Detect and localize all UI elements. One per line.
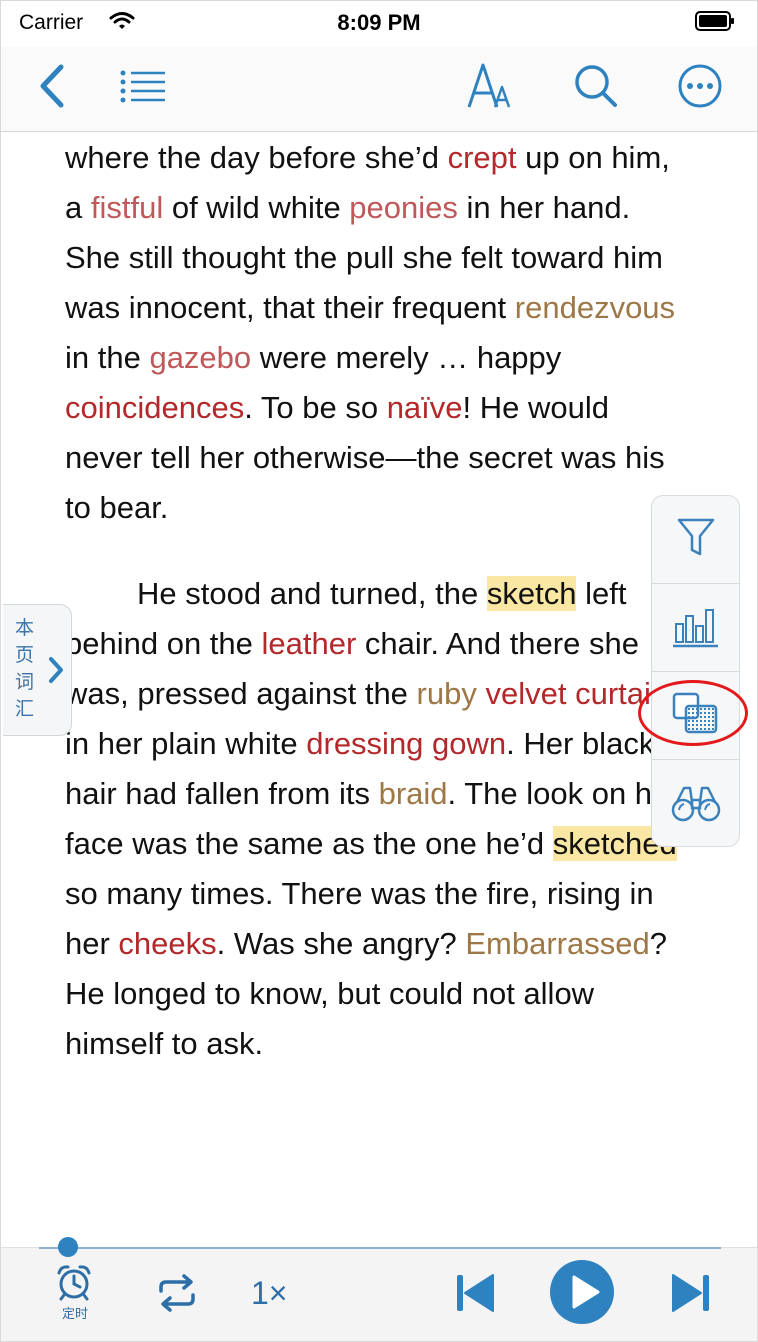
text-run: where the day before she’d (65, 140, 448, 175)
progress-knob[interactable] (58, 1237, 78, 1257)
vocab-word[interactable]: rendezvous (515, 290, 675, 325)
text-run: of wild white (163, 190, 350, 225)
repeat-icon[interactable] (155, 1273, 199, 1318)
vocab-word[interactable]: fistful (91, 190, 163, 225)
binoculars-button[interactable] (652, 760, 739, 847)
statistics-button[interactable] (652, 584, 739, 671)
vocab-word[interactable]: dressing gown (306, 726, 506, 761)
highlighted-word[interactable]: sketch (486, 576, 577, 611)
alarm-clock-icon[interactable] (55, 1263, 93, 1306)
binoculars-icon (671, 786, 721, 822)
table-of-contents-icon[interactable] (119, 69, 167, 108)
progress-track[interactable] (39, 1247, 721, 1249)
more-options-icon[interactable] (677, 63, 723, 114)
vocab-word[interactable]: ruby (417, 676, 477, 711)
text-run: in the (65, 340, 150, 375)
filter-button[interactable] (652, 496, 739, 583)
vocab-word[interactable]: cheeks (118, 926, 216, 961)
play-button[interactable] (549, 1259, 615, 1330)
filter-icon (677, 518, 715, 556)
vocab-word[interactable]: coincidences (65, 390, 244, 425)
back-chevron-icon[interactable] (35, 61, 67, 116)
vocab-word[interactable]: braid (379, 776, 448, 811)
skip-forward-icon[interactable] (669, 1271, 711, 1320)
red-annotation-circle (638, 680, 748, 746)
text-run: . To be so (244, 390, 387, 425)
text-run: in her plain white (65, 726, 307, 761)
paragraph-1: where the day before she’d crept up on h… (65, 133, 685, 533)
play-icon (550, 1260, 614, 1324)
vocab-word[interactable]: leather (262, 626, 357, 661)
app-screen: Carrier 8:09 PM where the day before she… (0, 0, 758, 1342)
battery-icon (695, 11, 734, 31)
chevron-right-icon (47, 655, 65, 690)
search-icon[interactable] (573, 63, 619, 114)
status-time: 8:09 PM (337, 10, 421, 35)
vocab-word[interactable]: peonies (349, 190, 458, 225)
vocab-word[interactable]: crept (448, 140, 517, 175)
playback-speed-button[interactable]: 1× (251, 1275, 287, 1312)
vocab-word[interactable]: naïve (387, 390, 463, 425)
vocab-word[interactable]: Embarrassed (465, 926, 649, 961)
side-toolbar (651, 495, 740, 847)
top-toolbar (1, 47, 757, 132)
paragraph-2: He stood and turned, the sketch left beh… (65, 569, 685, 1069)
status-bar: Carrier 8:09 PM (1, 1, 757, 47)
bar-chart-icon (673, 609, 718, 648)
text-run: were merely … happy (251, 340, 562, 375)
vocab-word[interactable]: gazebo (149, 340, 251, 375)
text-run: . Was she angry? (216, 926, 466, 961)
timer-label[interactable]: 定时 (41, 1303, 109, 1322)
font-size-icon[interactable] (465, 59, 515, 118)
audio-player-bar (1, 1247, 757, 1341)
reading-text: where the day before she’d crept up on h… (65, 133, 685, 1069)
text-run: He stood and turned, the (137, 576, 487, 611)
page-vocabulary-label: 本 页 词 汇 (15, 618, 35, 720)
skip-back-icon[interactable] (455, 1271, 497, 1320)
page-vocabulary-tab[interactable]: 本 页 词 汇 (3, 604, 72, 736)
